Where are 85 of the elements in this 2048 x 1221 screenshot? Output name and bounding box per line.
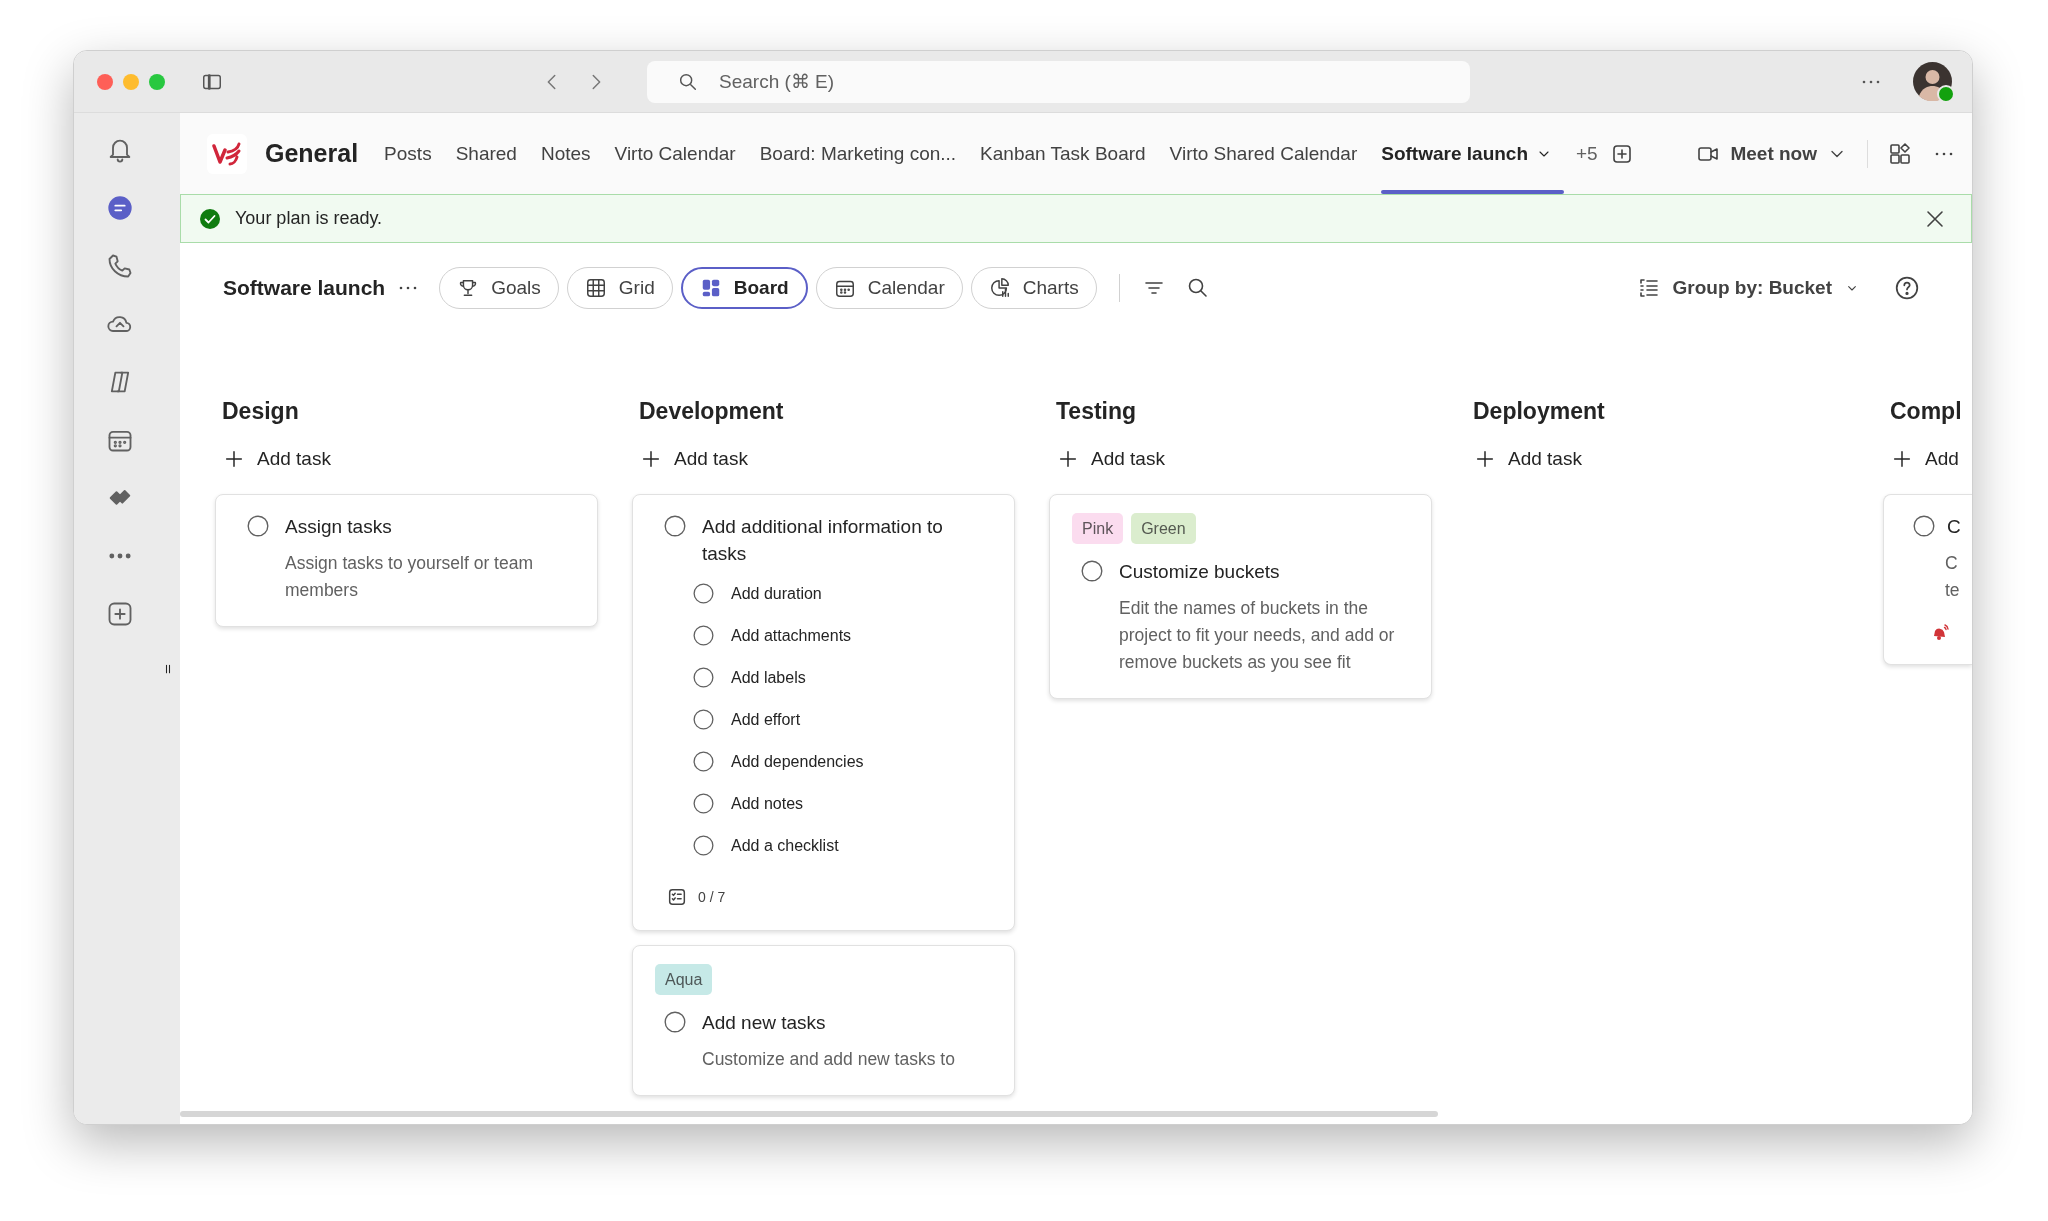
scrollbar[interactable]	[180, 1111, 1438, 1117]
checklist-item: Add labels	[731, 668, 806, 687]
checklist-checkbox[interactable]	[693, 667, 714, 688]
task-title: Add additional information to tasks	[702, 515, 944, 566]
task-title: C	[1947, 515, 1961, 539]
bucket-title: Deployment	[1473, 397, 1606, 426]
checklist-checkbox[interactable]	[693, 793, 714, 814]
checklist-item: Add notes	[731, 794, 804, 813]
chart-icon	[988, 277, 1011, 299]
checklist-checkbox[interactable]	[693, 835, 714, 856]
banner-message: Your plan is ready.	[235, 208, 383, 229]
task-card[interactable]: Aqua Add new tasks Customize and add new tasks to	[632, 945, 1015, 1096]
more-icon[interactable]	[1861, 79, 1881, 84]
bucket-title: Testing	[1056, 397, 1138, 426]
checklist-item: Add duration	[731, 584, 822, 603]
search-field[interactable]: Search (⌘ E)	[647, 60, 1470, 103]
more-icon[interactable]	[399, 286, 418, 290]
plan-title: Software launch	[223, 276, 386, 300]
task-card[interactable]: C C te	[1883, 494, 1972, 665]
bucket-title: Development	[639, 397, 785, 426]
meet-now-button[interactable]: Meet now	[1696, 141, 1847, 166]
add-task-button[interactable]: Add task	[223, 448, 331, 470]
task-card[interactable]: Add additional information to tasks Add duration Add attachments Add labels Add effort Add dependencies Add notes Add a checklist 0 / 7	[632, 494, 1015, 931]
plus-icon	[1057, 448, 1079, 470]
help-icon	[1894, 275, 1920, 301]
label-tag: Aqua	[655, 964, 713, 995]
channel-tab[interactable]: Software launch	[1369, 113, 1564, 194]
status-icon	[1937, 85, 1955, 103]
task-checkbox[interactable]	[1081, 560, 1103, 582]
label-tag: Green	[1131, 513, 1196, 544]
task-title: Add new tasks	[702, 1011, 826, 1035]
grid-icon	[584, 277, 607, 299]
channel-tab[interactable]: Shared	[443, 113, 529, 194]
success-icon	[199, 207, 221, 230]
checklist-checkbox[interactable]	[693, 709, 714, 730]
checklist-item: Add dependencies	[731, 752, 864, 771]
checklist-count: 0 / 7	[698, 889, 726, 905]
checklist-item: Add attachments	[731, 626, 852, 645]
channel-tab[interactable]: Notes	[528, 113, 603, 194]
task-card[interactable]: Pink Green Customize buckets Edit the names of buckets in the project to fit your needs, and add or remove buckets as you see fit	[1049, 494, 1432, 699]
view-tab[interactable]: Board	[680, 267, 808, 309]
plus-icon	[640, 448, 662, 470]
apps-icon	[1888, 141, 1912, 166]
plus-icon	[1474, 448, 1496, 470]
checklist-checkbox[interactable]	[693, 625, 714, 646]
view-tab[interactable]: Charts	[970, 267, 1097, 309]
task-checkbox[interactable]	[247, 515, 269, 537]
task-description: C	[1945, 552, 1959, 575]
checklist-icon	[666, 886, 688, 908]
task-description: Assign tasks to yourself or team members	[285, 552, 535, 602]
add-task-button[interactable]: Add task	[1474, 448, 1582, 470]
task-title: Assign tasks	[285, 515, 392, 539]
task-description: Edit the names of buckets in the project to fit your needs, and add or remove buckets as you see fit	[1119, 597, 1396, 674]
channel-tab[interactable]: Virto Calendar	[602, 113, 748, 194]
channel-tab[interactable]: Virto Shared Calendar	[1157, 113, 1370, 194]
task-description: Customize and add new tasks to	[702, 1048, 956, 1071]
task-checkbox[interactable]	[664, 1011, 686, 1033]
checklist-checkbox[interactable]	[693, 583, 714, 604]
add-task-button[interactable]: Add	[1891, 448, 1959, 470]
task-card[interactable]: Assign tasks Assign tasks to yourself or team members	[215, 494, 598, 627]
bucket-title: Design	[222, 397, 300, 426]
add-task-button[interactable]: Add task	[1057, 448, 1165, 470]
view-tab[interactable]: Grid	[566, 267, 673, 309]
more-tabs-count[interactable]: +5	[1576, 142, 1598, 165]
task-title: Customize buckets	[1119, 560, 1280, 584]
channel-tab[interactable]: Kanban Task Board	[968, 113, 1158, 194]
channel-name: General	[265, 139, 359, 168]
task-description: te	[1945, 579, 1961, 602]
plus-icon	[223, 448, 245, 470]
plus-icon	[1891, 448, 1913, 470]
more-icon[interactable]	[1934, 151, 1954, 156]
view-tab[interactable]: Goals	[439, 267, 559, 309]
label-tag: Pink	[1072, 513, 1124, 544]
checklist-item: Add a checklist	[731, 836, 839, 855]
channel-tab[interactable]: Board: Marketing con...	[747, 113, 969, 194]
add-task-button[interactable]: Add task	[640, 448, 748, 470]
checklist-item: Add effort	[731, 710, 801, 729]
app-logo	[207, 133, 247, 174]
checklist-checkbox[interactable]	[693, 751, 714, 772]
bucket-title: Compl	[1890, 397, 1963, 426]
task-checkbox[interactable]	[664, 515, 686, 537]
group-by-button[interactable]: Group by: Bucket	[1636, 276, 1860, 300]
task-checkbox[interactable]	[1913, 515, 1935, 537]
channel-tab[interactable]: Posts	[372, 113, 444, 194]
view-tab[interactable]: Calendar	[815, 267, 963, 309]
